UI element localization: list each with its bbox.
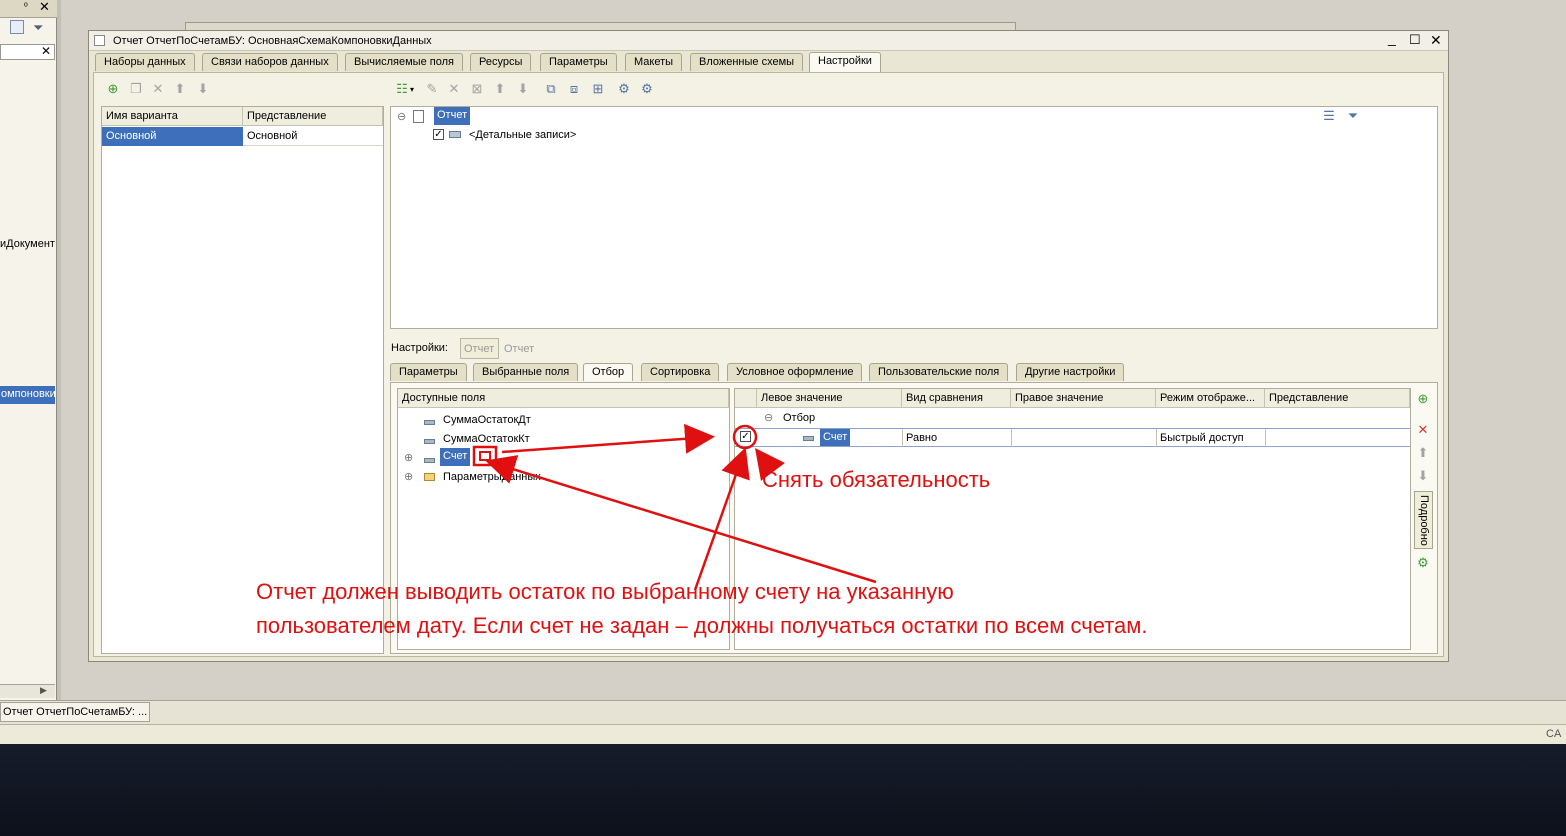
annotation-arrow — [755, 448, 785, 481]
annotation-arrow — [693, 447, 750, 591]
highlight-rect-inner — [479, 451, 491, 461]
annotation-arrow — [501, 423, 715, 454]
annotation-line-2: пользователем дату. Если счет не задан –… — [256, 613, 1148, 638]
highlight-circle — [732, 424, 758, 450]
annotation-line-1: Отчет должен выводить остаток по выбранн… — [256, 579, 954, 604]
annotation-uncheck: Снять обязательность — [762, 467, 991, 492]
annotation-overlay — [472, 423, 877, 591]
